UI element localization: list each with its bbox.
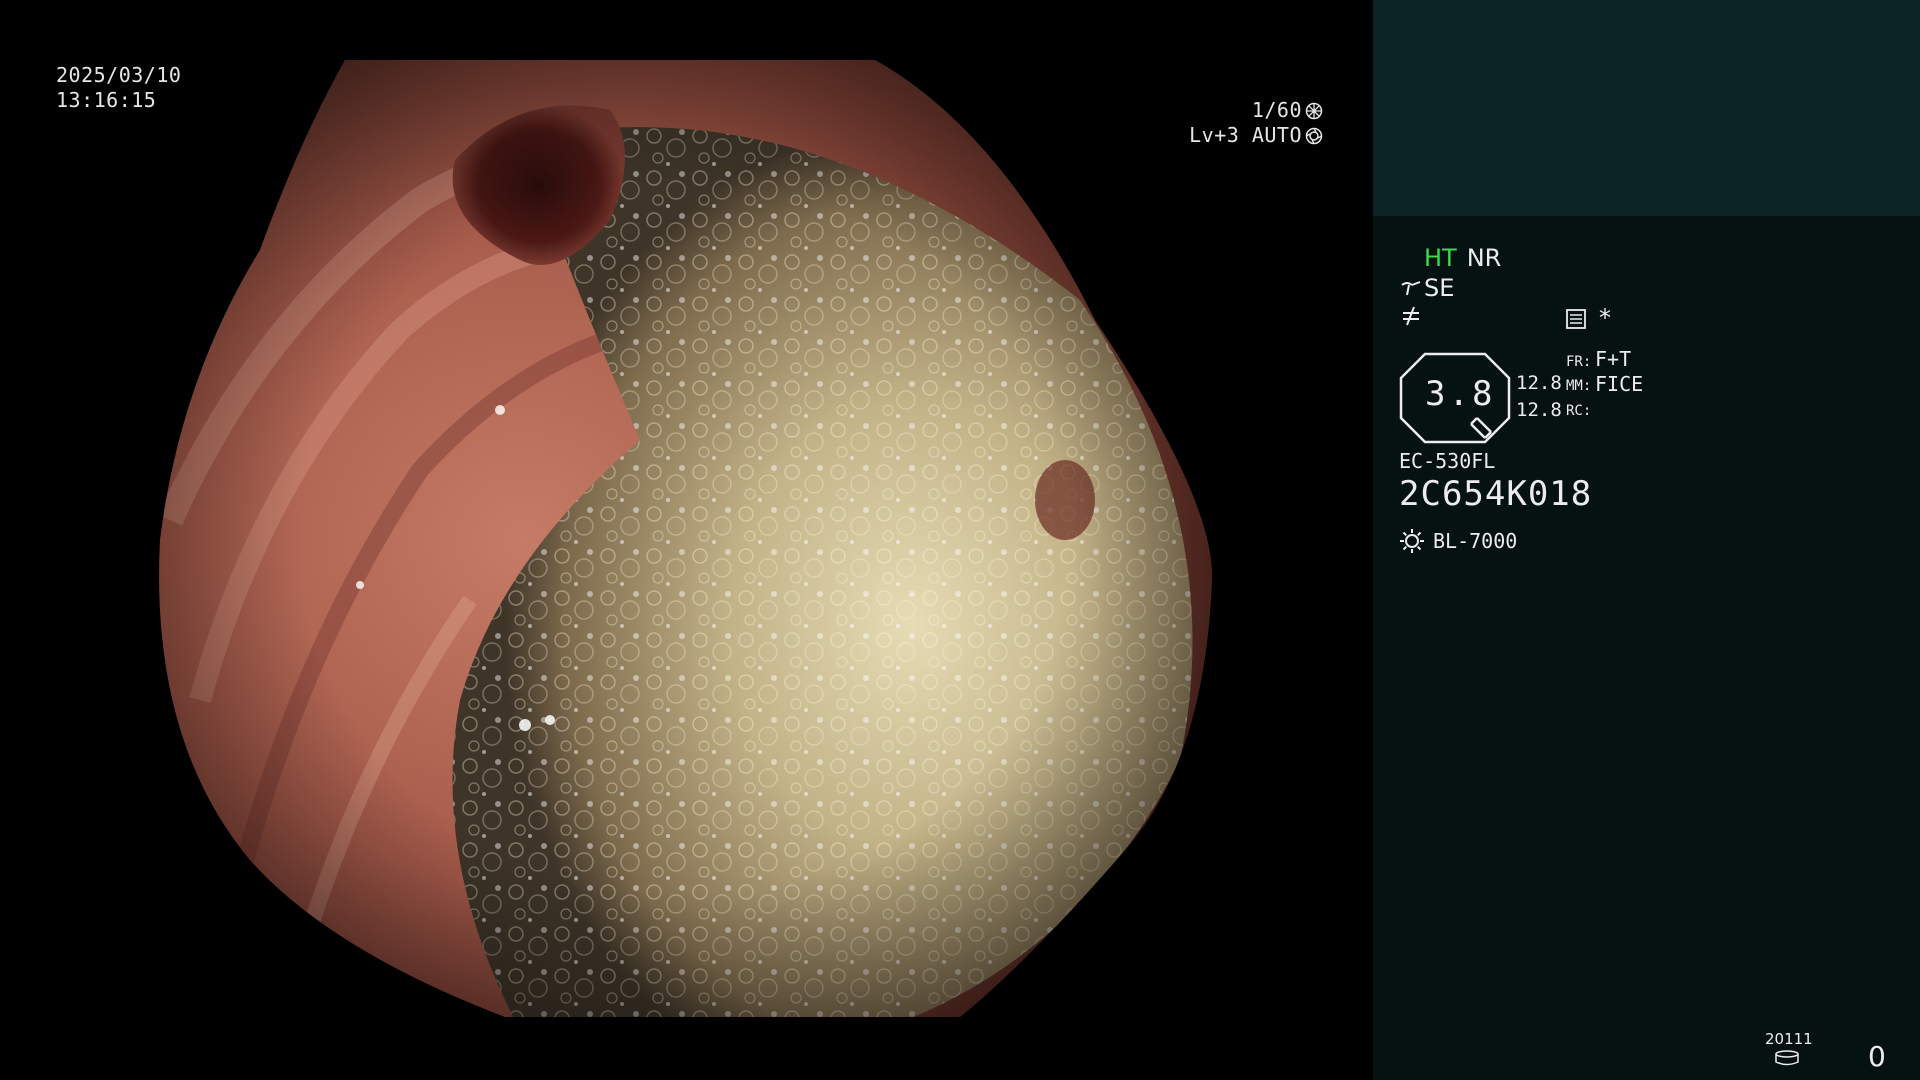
shutter-speed-label: 1/60 xyxy=(1251,98,1302,122)
scope-serial: 2C654K018 xyxy=(1399,474,1593,514)
value-readout-2: 12.8 xyxy=(1516,399,1562,421)
scope-model: EC-530FL xyxy=(1399,449,1496,473)
fr-label: FR: xyxy=(1566,354,1592,370)
panel-header-area xyxy=(1373,0,1920,216)
info-panel: HT NR SE * 3.8 12.8 12.8 FR: F+T MM: FICE… xyxy=(1373,216,1920,1080)
mm-value: FICE xyxy=(1595,372,1644,396)
time-label: 13:16:15 xyxy=(56,88,157,112)
iris-icon xyxy=(1305,127,1323,144)
endoscopic-image xyxy=(159,60,1213,1017)
rc-label: RC: xyxy=(1566,403,1592,419)
storage-icon xyxy=(1775,1050,1799,1066)
color-enhancement-icon xyxy=(1400,304,1422,334)
structure-enhancement-row: SE xyxy=(1400,274,1454,302)
date-label: 2025/03/10 xyxy=(56,63,182,87)
shutter-icon xyxy=(1305,102,1323,119)
value-readout-1: 12.8 xyxy=(1516,372,1562,394)
record-count: 20111 xyxy=(1765,1030,1813,1048)
ht-indicator: HT xyxy=(1424,244,1457,272)
star-indicator: * xyxy=(1599,304,1611,332)
mode-indicators: HT NR xyxy=(1424,244,1501,272)
se-label: SE xyxy=(1424,274,1455,302)
zoom-value: 3.8 xyxy=(1425,374,1496,414)
settings-list-icon xyxy=(1565,308,1587,334)
date-time-display: 2025/03/10 13:16:15 xyxy=(56,63,181,113)
endoscope-viewport: 2025/03/10 13:16:15 1/60 Lv+3 AUTO xyxy=(0,0,1373,1080)
nr-indicator: NR xyxy=(1466,244,1502,272)
fr-value: F+T xyxy=(1595,347,1632,371)
record-index: 0 xyxy=(1868,1040,1886,1073)
light-source-row: BL-7000 xyxy=(1399,528,1517,554)
structure-enhancement-icon xyxy=(1401,281,1421,296)
mm-label: MM: xyxy=(1566,378,1592,394)
exposure-display: 1/60 Lv+3 AUTO xyxy=(1189,98,1323,148)
iris-label: Lv+3 AUTO xyxy=(1189,123,1302,147)
light-source-icon xyxy=(1400,529,1424,553)
light-source-label: BL-7000 xyxy=(1433,529,1518,553)
